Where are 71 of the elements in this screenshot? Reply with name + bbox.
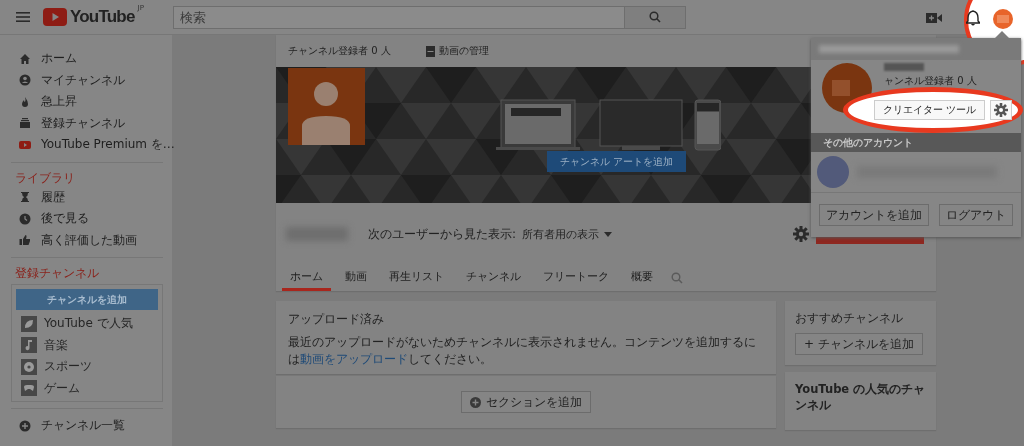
sidebar-item[interactable]: 後で見る <box>0 208 172 230</box>
creator-tools-button[interactable]: クリエイター ツール <box>874 100 986 120</box>
subscription-item[interactable]: 音楽 <box>16 334 158 356</box>
upload-video-link[interactable]: 動画をアップロード <box>300 352 408 366</box>
sidebar-item[interactable]: ホーム <box>0 48 172 70</box>
search-field[interactable]: 検索 <box>173 5 625 29</box>
controller-icon <box>21 380 37 397</box>
sidebar-item[interactable]: 高く評価した動画 <box>0 229 172 251</box>
add-circle-icon <box>19 419 31 432</box>
settings-icon <box>994 103 1009 117</box>
add-section-button[interactable]: セクションを追加 <box>461 391 591 413</box>
sidebar-item[interactable]: チャンネル一覧 <box>0 415 172 437</box>
add-channel-art-button[interactable]: チャンネル アートを追加 <box>547 151 687 172</box>
play-logo-icon <box>43 8 67 26</box>
ball-icon <box>21 358 37 375</box>
sidebar-item[interactable]: 急上昇 <box>0 91 172 113</box>
home-icon <box>19 52 31 65</box>
add-circle-icon <box>470 396 481 408</box>
avatar-icon <box>993 9 1013 29</box>
add-channel-button[interactable]: + チャンネルを追加 <box>795 333 923 355</box>
sidebar-item[interactable]: 登録チャンネル <box>0 112 172 134</box>
search-button[interactable] <box>625 5 686 29</box>
card-title: アップロード済み <box>288 311 385 328</box>
document-icon <box>425 45 435 57</box>
channel-tab[interactable]: フリートーク <box>535 265 617 291</box>
avatar-icon <box>815 154 851 190</box>
subscriber-count: チャンネル登録者 0 人 <box>288 44 391 58</box>
person-circle-icon <box>19 74 31 87</box>
menu-icon <box>16 11 30 23</box>
channel-tab[interactable]: ホーム <box>282 265 331 291</box>
card-title: おすすめチャンネル <box>795 310 904 326</box>
blurred-account-name <box>884 63 924 71</box>
subscription-item[interactable]: ゲーム <box>16 377 158 399</box>
music-note-icon <box>21 337 37 354</box>
upload-message: 最近のアップロードがないためチャンネルに表示されません。コンテンツを追加するには動画をアップロード してください。 <box>288 334 757 368</box>
logo-text: YouTube <box>70 7 135 27</box>
bell-icon <box>966 10 980 26</box>
play-logo-icon <box>19 138 31 151</box>
sidebar-item[interactable]: マイチャンネル <box>0 69 172 91</box>
settings-button[interactable] <box>990 100 1013 120</box>
add-account-button[interactable]: アカウントを追加 <box>819 204 929 226</box>
avatar-silhouette-icon <box>288 68 365 145</box>
add-channel-button[interactable]: チャンネルを追加 <box>16 289 158 310</box>
section-heading: その他のアカウント <box>811 133 1021 152</box>
sidebar-item[interactable]: 履歴 <box>0 186 172 208</box>
manage-videos-link[interactable]: 動画の管理 <box>425 44 489 58</box>
caret-icon <box>604 231 613 237</box>
search-icon <box>671 272 683 284</box>
subscription-item[interactable]: YouTube で人気 <box>16 313 158 335</box>
flame-icon <box>19 95 31 108</box>
leaf-icon <box>21 315 37 332</box>
sidebar-item[interactable]: YouTube Premium を… <box>0 134 172 156</box>
logout-button[interactable]: ログアウト <box>939 204 1013 226</box>
thumbs-up-icon <box>19 234 31 247</box>
video-camera-icon <box>926 12 942 24</box>
channel-tab[interactable]: 再生リスト <box>381 265 452 291</box>
subscriptions-icon <box>19 117 31 130</box>
settings-icon <box>793 226 809 242</box>
channel-tab[interactable]: チャンネル <box>458 265 529 291</box>
section-heading: ライブラリ <box>14 169 76 187</box>
channel-tab[interactable]: 概要 <box>623 265 661 291</box>
card-title: YouTube の人気のチャンネル <box>795 381 926 413</box>
clock-icon <box>19 212 31 225</box>
subscriber-count: ャンネル登録者 0 人 <box>884 74 977 88</box>
hourglass-icon <box>19 191 31 204</box>
search-icon <box>649 11 661 23</box>
subscription-item[interactable]: スポーツ <box>16 356 158 378</box>
section-heading: 登録チャンネル <box>14 265 100 282</box>
view-as-dropdown[interactable]: 所有者用の表示 <box>522 226 613 242</box>
channel-tab[interactable]: 動画 <box>337 265 375 291</box>
view-as-label: 次のユーザーから見た表示: <box>368 225 517 243</box>
